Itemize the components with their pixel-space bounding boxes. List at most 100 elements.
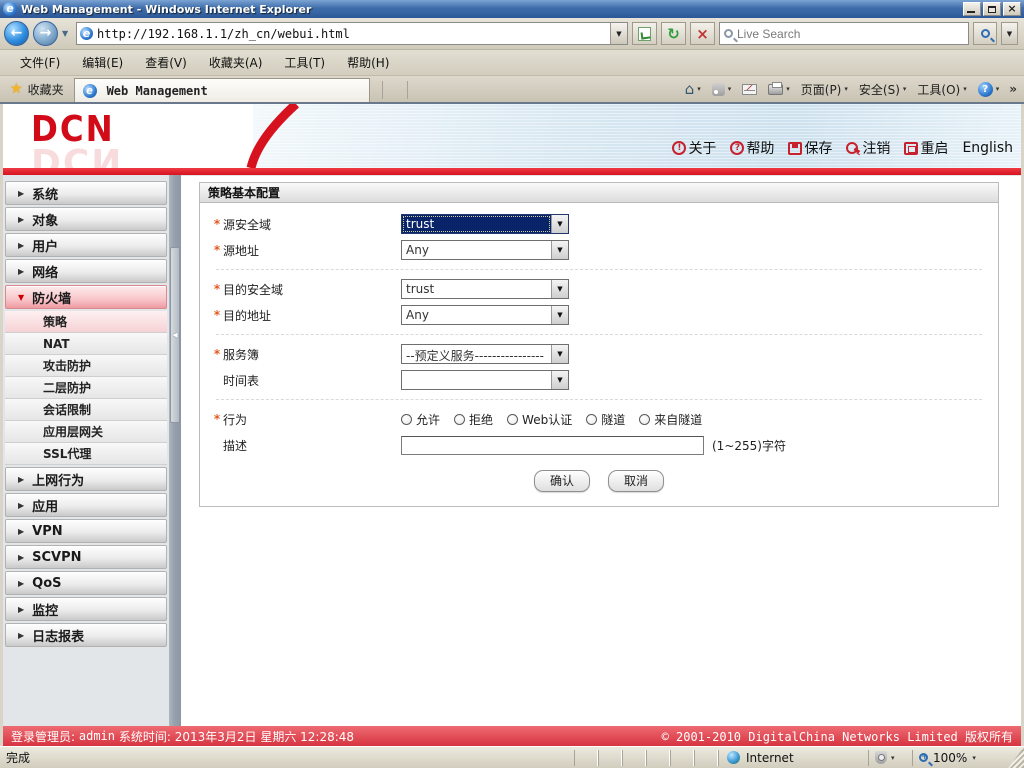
sidebar-item-firewall[interactable]: ▼ 防火墙 <box>5 285 167 309</box>
tab-web-management[interactable]: e Web Management <box>73 78 370 102</box>
search-box[interactable] <box>719 22 969 45</box>
sidebar-subitem-session-limit[interactable]: 会话限制 <box>5 399 167 421</box>
radio-icon[interactable] <box>507 413 519 425</box>
radio-icon[interactable] <box>586 413 598 425</box>
refresh-button[interactable]: ↻ <box>661 22 686 45</box>
search-go-button[interactable] <box>973 22 997 45</box>
minimize-button[interactable] <box>963 2 981 16</box>
dst-zone-select[interactable]: trust ▼ <box>401 279 569 299</box>
toolbar-overflow-button[interactable]: » <box>1006 82 1020 96</box>
tools-menu-button[interactable]: 工具(O) ▾ <box>913 79 970 100</box>
restore-button[interactable] <box>983 2 1001 16</box>
help-link[interactable]: ? 帮助 <box>730 138 774 158</box>
sidebar-item-qos[interactable]: ▶ QoS <box>5 571 167 595</box>
radio-icon[interactable] <box>639 413 651 425</box>
about-link[interactable]: ! 关于 <box>672 138 716 158</box>
sidebar-subitem-nat[interactable]: NAT <box>5 333 167 355</box>
radio-icon[interactable] <box>401 413 412 425</box>
save-link[interactable]: 保存 <box>788 138 832 158</box>
status-cells <box>574 749 718 766</box>
sidebar-item-users[interactable]: ▶ 用户 <box>5 233 167 257</box>
help-menu-button[interactable]: ? ▾ <box>974 80 1004 99</box>
resize-grip[interactable] <box>1008 746 1024 768</box>
src-addr-select[interactable]: Any ▼ <box>401 240 569 260</box>
dropdown-arrow-icon[interactable]: ▼ <box>551 306 568 324</box>
sidebar-subitem-policy[interactable]: 策略 <box>5 311 167 333</box>
address-dropdown-button[interactable]: ▼ <box>610 23 627 44</box>
recent-pages-dropdown[interactable]: ▼ <box>62 29 72 38</box>
header-blue-panel <box>253 104 1021 168</box>
dropdown-arrow-icon[interactable]: ▼ <box>551 241 568 259</box>
dropdown-arrow-icon[interactable]: ▼ <box>551 371 568 389</box>
read-mail-button[interactable] <box>738 82 761 97</box>
sidebar-item-application[interactable]: ▶ 应用 <box>5 493 167 517</box>
sidebar-item-monitor[interactable]: ▶ 监控 <box>5 597 167 621</box>
radio-web-auth[interactable]: Web认证 <box>507 411 572 428</box>
search-input[interactable] <box>737 26 968 41</box>
radio-icon[interactable] <box>454 413 466 425</box>
dropdown-arrow-icon[interactable]: ▼ <box>551 345 568 363</box>
logout-link[interactable]: 注销 <box>846 138 890 158</box>
reboot-link[interactable]: 重启 <box>904 138 948 158</box>
sidebar-subitem-l2-defense[interactable]: 二层防护 <box>5 377 167 399</box>
safety-menu-button[interactable]: 安全(S) ▾ <box>855 79 911 100</box>
sidebar-item-log-report[interactable]: ▶ 日志报表 <box>5 623 167 647</box>
collapsed-arrow-icon: ▶ <box>18 552 25 562</box>
service-select[interactable]: --预定义服务---------------- ▼ <box>401 344 569 364</box>
stop-button[interactable]: × <box>690 22 715 45</box>
splitter-handle[interactable]: ◀ <box>170 247 180 423</box>
language-link[interactable]: English <box>962 140 1013 156</box>
menu-favorites[interactable]: 收藏夹(A) <box>199 51 273 74</box>
sidebar-subitem-attack-defense[interactable]: 攻击防护 <box>5 355 167 377</box>
dst-addr-select[interactable]: Any ▼ <box>401 305 569 325</box>
schedule-select[interactable]: ▼ <box>401 370 569 390</box>
required-mark: * <box>213 243 221 257</box>
compatibility-view-button[interactable] <box>632 22 657 45</box>
menu-help[interactable]: 帮助(H) <box>337 51 399 74</box>
menu-file[interactable]: 文件(F) <box>10 51 70 74</box>
address-field[interactable]: e ▼ <box>76 22 628 45</box>
url-input[interactable] <box>97 26 610 41</box>
close-button[interactable]: × <box>1003 2 1021 16</box>
sidebar-item-network[interactable]: ▶ 网络 <box>5 259 167 283</box>
security-zone-pane[interactable]: Internet <box>718 749 868 766</box>
forward-button[interactable]: → <box>33 21 58 46</box>
sidebar-splitter[interactable]: ◀ <box>169 175 181 726</box>
sidebar-subitem-ssl-proxy[interactable]: SSL代理 <box>5 443 167 465</box>
feeds-button[interactable]: ▾ <box>708 81 736 98</box>
radio-tunnel[interactable]: 隧道 <box>586 411 625 428</box>
radio-from-tunnel[interactable]: 来自隧道 <box>639 411 702 428</box>
login-user: admin <box>78 729 115 743</box>
cancel-button[interactable]: 取消 <box>608 470 664 492</box>
sidebar-item-scvpn[interactable]: ▶ SCVPN <box>5 545 167 569</box>
dropdown-arrow-icon[interactable]: ▼ <box>551 280 568 298</box>
menu-view[interactable]: 查看(V) <box>135 51 197 74</box>
radio-deny[interactable]: 拒绝 <box>454 411 493 428</box>
zoom-control[interactable]: 100% ▾ <box>912 749 1008 766</box>
tab-bar: ★ 收藏夹 e Web Management ⌂ ▾ ▾ ▾ 页面(P) ▾ 安全(… <box>0 76 1024 104</box>
mail-icon <box>742 83 758 95</box>
confirm-button[interactable]: 确认 <box>534 470 590 492</box>
src-zone-select[interactable]: trust ▼ <box>401 214 569 234</box>
header-help-icon: ? <box>730 141 745 155</box>
menu-tools[interactable]: 工具(T) <box>274 51 335 74</box>
status-cell <box>598 749 622 766</box>
sidebar-subitem-alg[interactable]: 应用层网关 <box>5 421 167 443</box>
sidebar-item-web-behavior[interactable]: ▶ 上网行为 <box>5 467 167 491</box>
sidebar-item-system[interactable]: ▶ 系统 <box>5 181 167 205</box>
service-value: --预定义服务---------------- <box>406 349 544 363</box>
sidebar-item-objects[interactable]: ▶ 对象 <box>5 207 167 231</box>
dropdown-arrow-icon[interactable]: ▼ <box>551 215 568 233</box>
search-options-dropdown[interactable]: ▼ <box>1001 22 1018 45</box>
help-icon: ? <box>977 81 993 97</box>
page-menu-button[interactable]: 页面(P) ▾ <box>797 79 852 100</box>
radio-permit[interactable]: 允许 <box>401 411 440 428</box>
back-button[interactable]: ← <box>4 21 29 46</box>
menu-edit[interactable]: 编辑(E) <box>72 51 133 74</box>
description-input[interactable] <box>401 435 704 455</box>
favorites-button[interactable]: ★ 收藏夹 <box>0 76 74 102</box>
protected-mode-pane[interactable]: ▾ <box>868 749 912 766</box>
sidebar-item-vpn[interactable]: ▶ VPN <box>5 519 167 543</box>
home-button[interactable]: ⌂ ▾ <box>681 80 705 98</box>
print-button[interactable]: ▾ <box>764 81 794 97</box>
